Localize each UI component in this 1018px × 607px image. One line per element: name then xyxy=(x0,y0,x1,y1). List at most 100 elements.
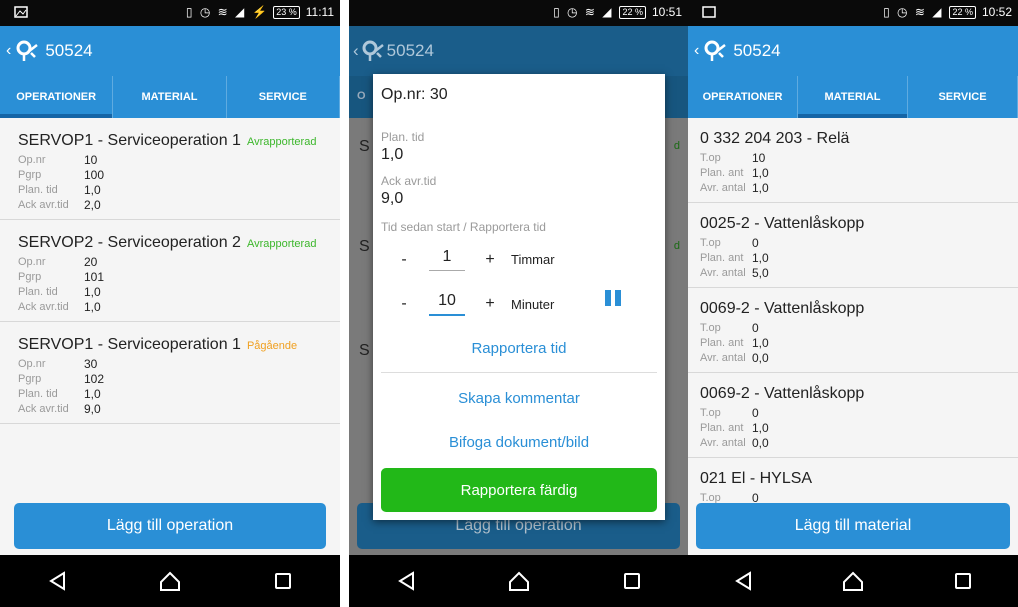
operation-title: SERVOP1 - Serviceoperation 1 xyxy=(18,336,241,353)
field-value: 1,0 xyxy=(752,421,769,435)
material-title: 0 332 204 203 - Relä xyxy=(700,130,850,147)
page-title: 50524 xyxy=(45,41,93,60)
tab-service[interactable]: SERVICE xyxy=(908,76,1018,118)
field-label: Pgrp xyxy=(18,271,42,283)
hours-unit-label: Timmar xyxy=(511,252,555,267)
nav-back-icon[interactable] xyxy=(386,566,426,596)
hours-plus-button[interactable]: + xyxy=(481,251,499,269)
battery-indicator: 23 % xyxy=(273,5,300,19)
nav-home-icon[interactable] xyxy=(150,566,190,596)
pause-icon[interactable] xyxy=(605,290,621,306)
field-value: 101 xyxy=(84,270,105,284)
clock: 11:11 xyxy=(305,5,334,19)
minutes-minus-button[interactable]: - xyxy=(395,295,413,313)
field-label: Avr. antal xyxy=(700,182,746,194)
tab-material[interactable]: MATERIAL xyxy=(798,76,908,118)
list-item[interactable]: SERVOP1 - Serviceoperation 1 Pågående Op.… xyxy=(0,322,340,424)
clock: 10:51 xyxy=(651,5,682,19)
status-badge: Avrapporterad xyxy=(246,136,317,148)
dialog-title: Op.nr: 30 xyxy=(381,86,448,103)
signal-icons: ▯ ◷ ≋ ◢ xyxy=(883,5,944,19)
add-material-button[interactable]: Lägg till material xyxy=(696,503,1010,549)
list-item-fragment: S xyxy=(359,238,370,255)
report-done-button[interactable]: Rapportera färdig xyxy=(381,468,657,512)
attach-document-button[interactable]: Bifoga dokument/bild xyxy=(373,434,665,451)
field-value: 9,0 xyxy=(84,402,101,416)
screen-report-dialog: ▯ ◷ ≋ ◢ 22 % 10:51 ‹ 50524 O S d S d S L… xyxy=(349,0,688,607)
field-label: T.op xyxy=(700,152,721,164)
list-item-fragment: S xyxy=(359,342,370,359)
tab-fragment: O xyxy=(357,90,366,102)
field-label: Plan. tid xyxy=(18,388,58,400)
tab-material[interactable]: MATERIAL xyxy=(113,76,227,118)
status-fragment: d xyxy=(673,140,680,152)
field-label: Plan. ant xyxy=(700,422,744,434)
field-value: 102 xyxy=(84,372,105,386)
list-item[interactable]: 0 332 204 203 - Relä T.op 10 Plan. ant 1,0… xyxy=(688,118,1018,203)
status-bar: ▯ ◷ ≋ ◢ 22 % 10:52 xyxy=(688,0,1018,26)
image-notification-icon xyxy=(14,6,28,18)
add-operation-button[interactable]: Lägg till operation xyxy=(14,503,326,549)
minutes-input[interactable]: 10 xyxy=(429,292,465,316)
list-item[interactable]: 0025-2 - Vattenlåskopp T.op 0 Plan. ant 1,… xyxy=(688,203,1018,288)
field-value: 2,0 xyxy=(84,198,101,212)
tab-operationer[interactable]: OPERATIONER xyxy=(688,76,798,118)
field-value: 0 xyxy=(752,236,759,250)
field-label: Plan. tid xyxy=(18,286,58,298)
field-value: 30 xyxy=(84,357,98,371)
list-item[interactable]: SERVOP1 - Serviceoperation 1 Avrapportera… xyxy=(0,118,340,220)
screen-material: ▯ ◷ ≋ ◢ 22 % 10:52 ‹ 50524 OPERATIONER M… xyxy=(688,0,1018,607)
page-title: 50524 xyxy=(386,41,434,60)
field-label: Avr. antal xyxy=(700,437,746,449)
minutes-unit-label: Minuter xyxy=(511,296,555,312)
status-fragment: d xyxy=(673,240,680,252)
field-value: 100 xyxy=(84,168,105,182)
field-value: 1,0 xyxy=(752,251,769,265)
field-value: 0 xyxy=(752,321,759,335)
field-value: 10 xyxy=(84,153,98,167)
nav-back-icon[interactable] xyxy=(37,566,77,596)
nav-recents-icon[interactable] xyxy=(612,566,652,596)
field-value: 0,0 xyxy=(752,436,769,450)
tab-bar: OPERATIONER MATERIAL SERVICE xyxy=(688,76,1018,118)
field-value: 1,0 xyxy=(752,166,769,180)
field-label: Plan. ant xyxy=(700,337,744,349)
back-icon[interactable]: ‹ xyxy=(694,42,699,60)
tab-service[interactable]: SERVICE xyxy=(227,76,340,118)
hours-minus-button[interactable]: - xyxy=(395,251,413,269)
app-logo-icon xyxy=(704,40,727,61)
field-value: 10 xyxy=(752,151,766,165)
tab-operationer[interactable]: OPERATIONER xyxy=(0,76,114,118)
nav-recents-icon[interactable] xyxy=(263,566,303,596)
minutes-plus-button[interactable]: + xyxy=(481,295,499,313)
battery-indicator: 22 % xyxy=(949,5,976,19)
field-label: T.op xyxy=(700,322,721,334)
nav-back-icon[interactable] xyxy=(723,566,763,596)
nav-recents-icon[interactable] xyxy=(943,566,983,596)
field-value: 0,0 xyxy=(752,351,769,365)
hours-stepper: - 1 + Timmar xyxy=(395,248,555,271)
tab-bar: OPERATIONER MATERIAL SERVICE xyxy=(0,76,340,118)
list-item[interactable]: SERVOP2 - Serviceoperation 2 Avrapportera… xyxy=(0,220,340,322)
report-time-dialog: Op.nr: 30 Plan. tid 1,0 Ack avr.tid 9,0 … xyxy=(373,74,665,520)
divider xyxy=(381,372,657,373)
signal-icons: ▯ ◷ ≋ ◢ xyxy=(185,5,247,19)
status-bar: ▯ ◷ ≋ ◢ ⚡ 23 % 11:11 xyxy=(0,0,340,26)
field-label: Ack avr.tid xyxy=(18,301,69,313)
nav-home-icon[interactable] xyxy=(499,566,539,596)
field-value: 1,0 xyxy=(752,336,769,350)
create-comment-button[interactable]: Skapa kommentar xyxy=(373,390,665,407)
hours-input[interactable]: 1 xyxy=(429,248,465,271)
field-label: Plan. ant xyxy=(700,167,744,179)
field-value: 5,0 xyxy=(752,266,769,280)
report-time-button[interactable]: Rapportera tid xyxy=(373,340,665,357)
field-value: 1,0 xyxy=(84,285,101,299)
nav-home-icon[interactable] xyxy=(833,566,873,596)
list-item[interactable]: 0069-2 - Vattenlåskopp T.op 0 Plan. ant 1,… xyxy=(688,288,1018,373)
materials-list: 0 332 204 203 - Relä T.op 10 Plan. ant 1,0… xyxy=(688,118,1018,551)
material-title: 0069-2 - Vattenlåskopp xyxy=(700,300,865,317)
back-icon[interactable]: ‹ xyxy=(6,42,11,60)
screen-operations: ▯ ◷ ≋ ◢ ⚡ 23 % 11:11 ‹ 50524 OPERATIONER… xyxy=(0,0,340,607)
list-item[interactable]: 0069-2 - Vattenlåskopp T.op 0 Plan. ant 1,… xyxy=(688,373,1018,458)
minutes-stepper: - 10 + Minuter xyxy=(395,292,554,316)
